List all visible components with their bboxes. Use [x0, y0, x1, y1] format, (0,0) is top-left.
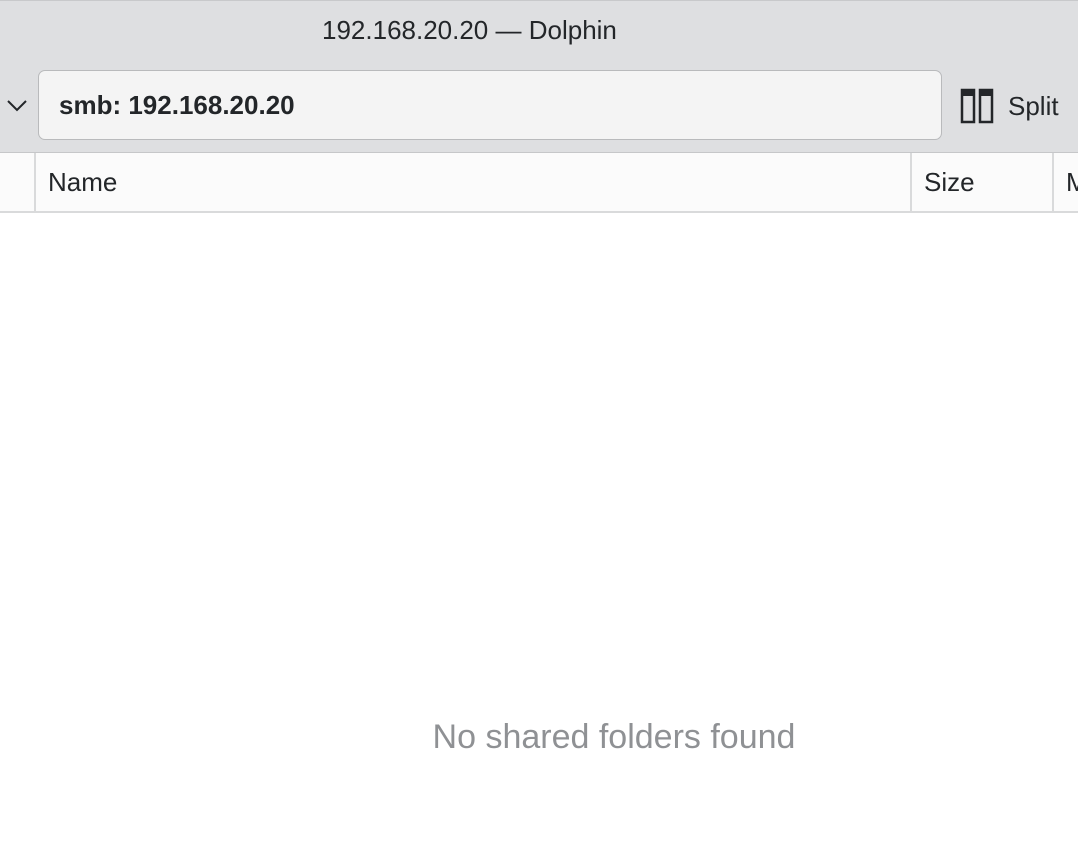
split-view-icon: [960, 88, 994, 124]
column-header: Name Size Modified: [0, 153, 1078, 213]
column-header-name[interactable]: Name: [34, 153, 910, 211]
window-title: 192.168.20.20 — Dolphin: [322, 15, 617, 45]
toolbar: Split: [0, 62, 1078, 153]
chevron-down-icon: [7, 100, 27, 112]
dolphin-window: 192.168.20.20 — Dolphin Split Name Size …: [0, 0, 1078, 844]
location-bar[interactable]: [38, 70, 942, 140]
split-button-label: Split: [1008, 90, 1059, 121]
column-header-modified[interactable]: Modified: [1052, 153, 1078, 211]
file-view[interactable]: No shared folders found: [0, 213, 1078, 844]
split-button[interactable]: Split: [960, 80, 1078, 132]
title-bar[interactable]: 192.168.20.20 — Dolphin: [0, 0, 1078, 63]
location-input[interactable]: [59, 85, 919, 125]
column-header-size[interactable]: Size: [910, 153, 1052, 211]
toolbar-dropdown-button[interactable]: [0, 86, 34, 126]
empty-state-message: No shared folders found: [432, 718, 796, 756]
